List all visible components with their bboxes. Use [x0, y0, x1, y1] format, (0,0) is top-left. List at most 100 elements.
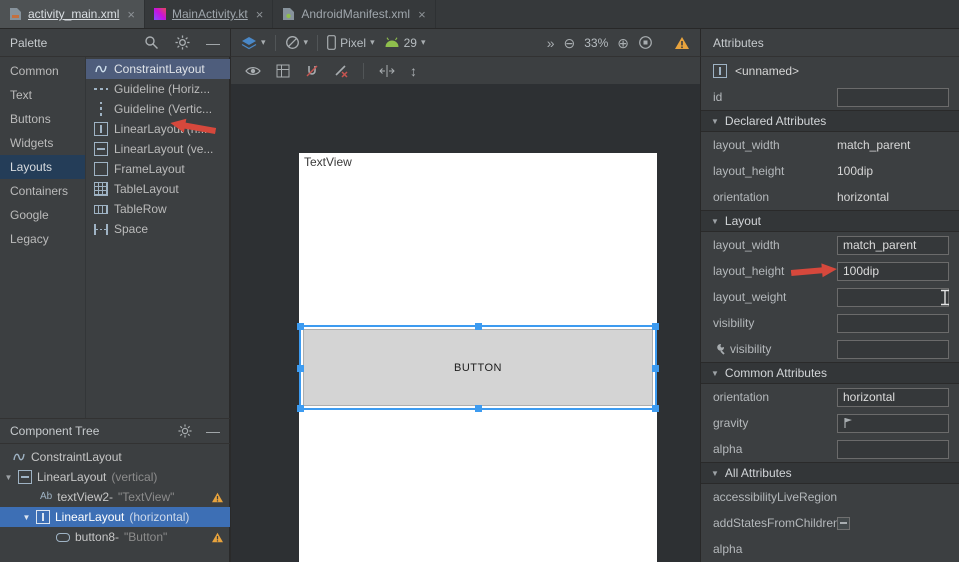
layers-icon: [241, 36, 257, 50]
layout-width-field[interactable]: match_parent: [837, 236, 949, 255]
clear-constraints-icon[interactable]: [334, 64, 348, 78]
api-level-selector[interactable]: 29 ▾: [384, 36, 426, 50]
zoom-to-fit-button[interactable]: [638, 35, 653, 50]
id-field[interactable]: [837, 88, 949, 107]
palette-category-containers[interactable]: Containers: [0, 179, 85, 203]
palette-item-tablelayout[interactable]: TableLayout: [86, 179, 230, 199]
orientation-field[interactable]: horizontal: [837, 388, 949, 407]
design-toolbar: ▾ ▾ Pixel ▾ 29 ▾ »: [230, 29, 700, 57]
design-canvas[interactable]: TextView BUTTON: [230, 84, 700, 562]
tree-item-button8[interactable]: button8- "Button": [0, 527, 230, 547]
tree-item-linearlayout-vertical[interactable]: ▼ LinearLayout (vertical): [0, 467, 230, 487]
close-icon[interactable]: ×: [256, 8, 264, 21]
resize-handle-top[interactable]: [475, 323, 482, 330]
selected-component-row: <unnamed>: [701, 57, 959, 84]
palette-item-framelayout[interactable]: FrameLayout: [86, 159, 230, 179]
alpha-field[interactable]: [837, 440, 949, 459]
warning-icon[interactable]: [211, 532, 224, 543]
design-surface-selector[interactable]: ▾: [241, 36, 266, 50]
collapse-icon[interactable]: ▼: [22, 513, 31, 522]
section-layout[interactable]: ▼ Layout: [701, 210, 959, 232]
palette-category-google[interactable]: Google: [0, 203, 85, 227]
tree-item-constraintlayout[interactable]: ConstraintLayout: [0, 447, 230, 467]
device-selector[interactable]: Pixel ▾: [327, 35, 375, 50]
tab-activity-main-xml[interactable]: activity_main.xml ×: [0, 0, 145, 28]
gravity-field[interactable]: [837, 414, 949, 433]
palette-category-widgets[interactable]: Widgets: [0, 131, 85, 155]
palette-item-tablerow[interactable]: TableRow: [86, 199, 230, 219]
section-declared-attributes[interactable]: ▼ Declared Attributes: [701, 110, 959, 132]
attribute-row: visibility: [701, 310, 959, 336]
canvas-textview[interactable]: TextView: [304, 155, 352, 169]
zoom-out-button[interactable]: ⊖: [564, 36, 576, 50]
manifest-file-icon: [282, 7, 295, 21]
resize-handle-top-right[interactable]: [652, 323, 659, 330]
resize-handle-bottom-right[interactable]: [652, 405, 659, 412]
theme-selector[interactable]: ▾: [285, 35, 309, 50]
device-screen[interactable]: TextView BUTTON: [299, 153, 657, 562]
tab-label: AndroidManifest.xml: [301, 7, 410, 21]
tab-mainactivity-kt[interactable]: MainActivity.kt ×: [145, 0, 273, 28]
palette-category-buttons[interactable]: Buttons: [0, 107, 85, 131]
palette-category-layouts[interactable]: Layouts: [0, 155, 85, 179]
resize-handle-bottom-left[interactable]: [297, 405, 304, 412]
palette-category-legacy[interactable]: Legacy: [0, 227, 85, 251]
attribute-row: addStatesFromChildren: [701, 510, 959, 536]
section-all-attributes[interactable]: ▼ All Attributes: [701, 462, 959, 484]
palette-category-common[interactable]: Common: [0, 59, 85, 83]
tab-label: activity_main.xml: [28, 7, 119, 21]
constraintlayout-icon: [12, 450, 26, 464]
view-options-eye-icon[interactable]: [245, 64, 261, 78]
pack-vertical-icon[interactable]: ↕: [410, 64, 417, 78]
zoom-in-button[interactable]: ⊕: [617, 36, 629, 50]
layout-height-field[interactable]: 100dip: [837, 262, 949, 281]
component-tree-title: Component Tree: [10, 424, 99, 438]
flag-icon: [843, 417, 853, 429]
hide-panel-icon[interactable]: —: [206, 424, 220, 438]
canvas-button[interactable]: BUTTON: [303, 329, 653, 406]
toolbar-overflow-icon[interactable]: »: [547, 36, 555, 50]
tree-item-linearlayout-horizontal[interactable]: ▼ LinearLayout (horizontal): [0, 507, 230, 527]
resize-handle-left[interactable]: [297, 365, 304, 372]
zoom-to-fit-icon: [638, 35, 653, 50]
hide-panel-icon[interactable]: —: [206, 36, 220, 50]
caret-down-icon: ▾: [370, 37, 375, 48]
gear-icon[interactable]: [178, 424, 192, 438]
gear-icon[interactable]: [175, 35, 190, 50]
collapse-icon[interactable]: ▼: [4, 473, 13, 482]
attributes-panel: <unnamed> id ▼ Declared Attributes layou…: [700, 57, 959, 562]
resize-handle-top-left[interactable]: [297, 323, 304, 330]
indeterminate-checkbox[interactable]: [837, 517, 850, 530]
resize-handle-right[interactable]: [652, 365, 659, 372]
default-margins-icon[interactable]: [379, 64, 395, 78]
close-icon[interactable]: ×: [127, 8, 135, 21]
tools-visibility-field[interactable]: [837, 340, 949, 359]
render-warnings-button[interactable]: [674, 36, 690, 50]
resize-handle-bottom[interactable]: [475, 405, 482, 412]
tab-androidmanifest-xml[interactable]: AndroidManifest.xml ×: [273, 0, 435, 28]
attribute-row: accessibilityLiveRegion: [701, 484, 959, 510]
visibility-field[interactable]: [837, 314, 949, 333]
tree-item-textview2[interactable]: Ab textView2- "TextView": [0, 487, 230, 507]
search-icon[interactable]: [144, 35, 159, 50]
android-studio-layout-editor: activity_main.xml × MainActivity.kt × An…: [0, 0, 959, 562]
layout-xml-file-icon: [9, 7, 22, 21]
kotlin-file-icon: [154, 8, 166, 20]
close-icon[interactable]: ×: [418, 8, 426, 21]
palette-item-space[interactable]: Space: [86, 219, 230, 239]
warning-icon[interactable]: [211, 492, 224, 503]
autoconnect-off-magnet-icon[interactable]: [305, 64, 319, 78]
palette-item-constraintlayout[interactable]: ConstraintLayout: [86, 59, 230, 79]
tools-wrench-icon: [713, 343, 725, 355]
palette-item-guideline-horizontal[interactable]: Guideline (Horiz...: [86, 79, 230, 99]
palette-title: Palette: [10, 36, 47, 50]
palette-category-text[interactable]: Text: [0, 83, 85, 107]
attribute-row: layout_height 100dip: [701, 158, 959, 184]
layout-weight-field[interactable]: [837, 288, 949, 307]
design-blueprint-toggle-icon[interactable]: [276, 64, 290, 78]
section-common-attributes[interactable]: ▼ Common Attributes: [701, 362, 959, 384]
palette-item-linearlayout-vertical[interactable]: LinearLayout (ve...: [86, 139, 230, 159]
palette-item-guideline-vertical[interactable]: Guideline (Vertic...: [86, 99, 230, 119]
attribute-row: layout_width match_parent: [701, 132, 959, 158]
component-tree-header: Component Tree —: [0, 418, 230, 444]
